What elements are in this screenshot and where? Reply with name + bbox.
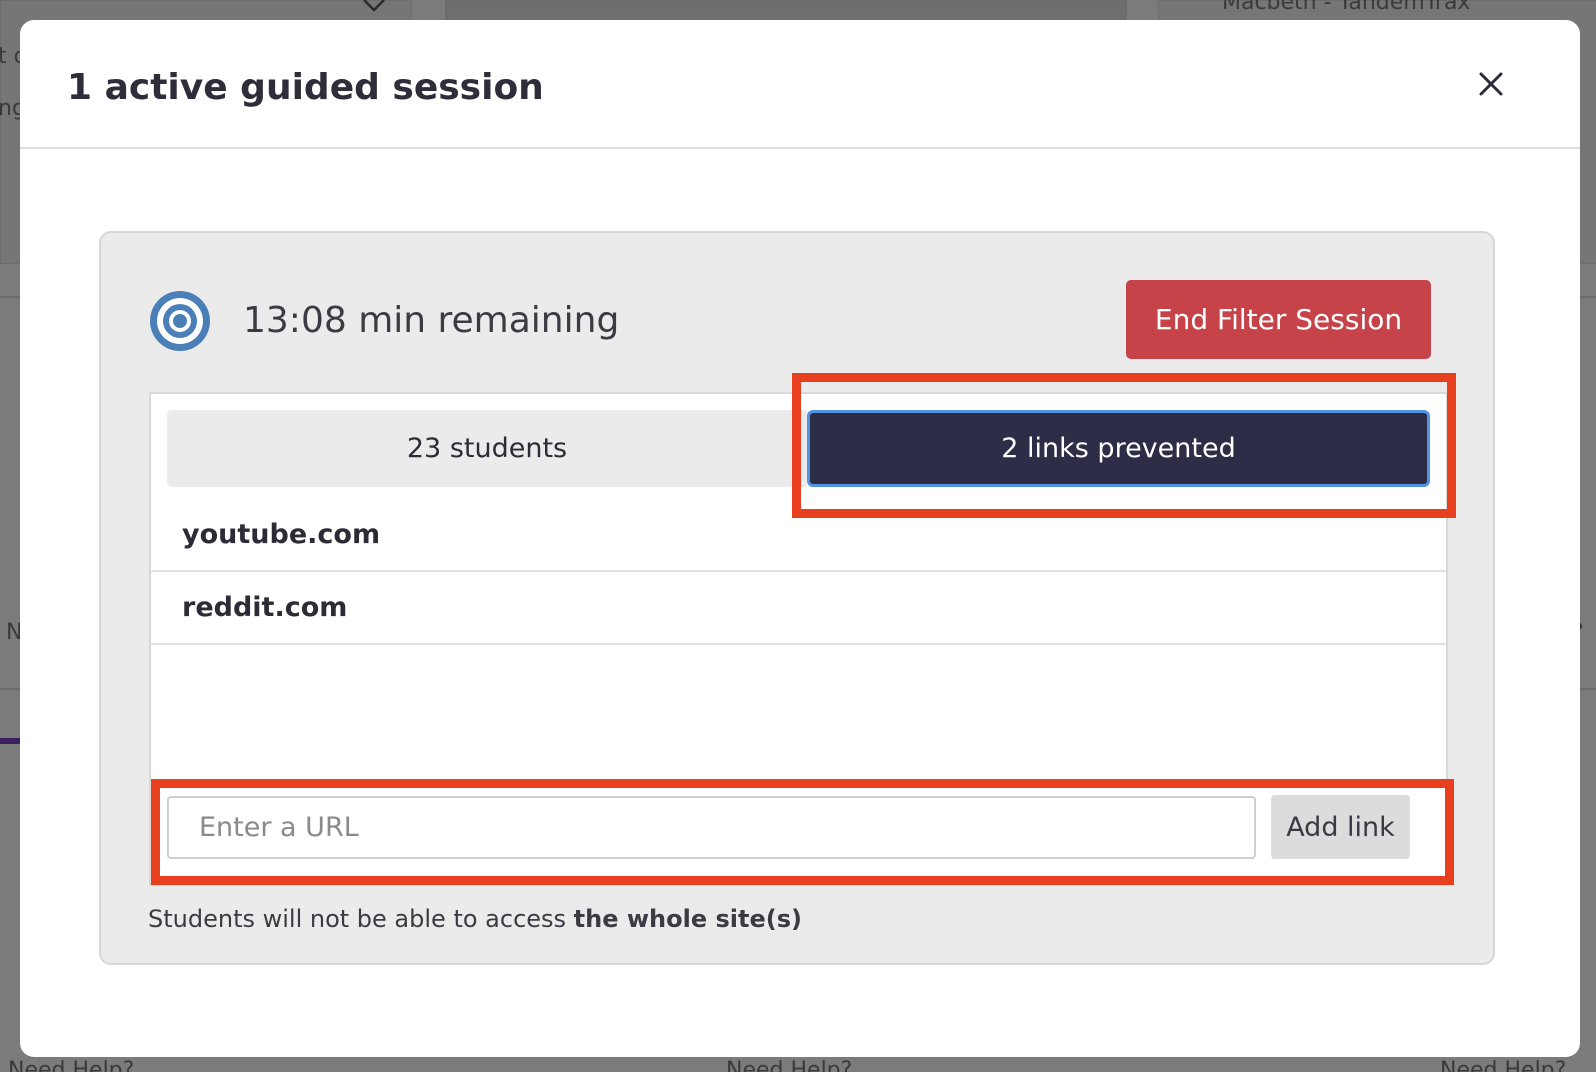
prevented-links-list: youtube.com reddit.com [151,499,1446,645]
end-filter-session-button[interactable]: End Filter Session [1126,280,1431,359]
list-item: youtube.com [151,499,1446,572]
time-remaining: 13:08 min remaining [243,300,620,341]
session-details-panel: 23 students 2 links prevented youtube.co… [149,392,1448,886]
background-accent-bar [0,738,22,744]
session-card: 13:08 min remaining End Filter Session 2… [99,231,1495,965]
background-divider [0,296,20,298]
tab-students[interactable]: 23 students [167,410,807,487]
background-text: Macbeth - TandemTrax [1222,0,1471,15]
modal-title: 1 active guided session [67,67,544,108]
tab-links-prevented[interactable]: 2 links prevented [807,410,1430,487]
background-close-icon [363,0,385,12]
guided-session-modal: 1 active guided session 13:08 min remain… [20,20,1580,1057]
background-divider [0,688,20,690]
list-item: reddit.com [151,572,1446,645]
block-scope-hint: Students will not be able to access the … [148,905,802,933]
hint-text: Students will not be able to access [148,905,567,933]
modal-header: 1 active guided session [20,20,1580,149]
url-input[interactable] [167,796,1256,859]
target-icon [150,291,210,351]
close-button[interactable] [1471,64,1511,104]
add-link-button[interactable]: Add link [1271,795,1410,859]
background-panel [445,0,1127,22]
background-text: Need Help? [726,1058,853,1072]
background-text: Need Help? [1440,1058,1567,1072]
hint-emphasis: the whole site(s) [573,905,802,933]
background-text: Need Help? [8,1058,135,1072]
close-icon [1479,72,1503,96]
